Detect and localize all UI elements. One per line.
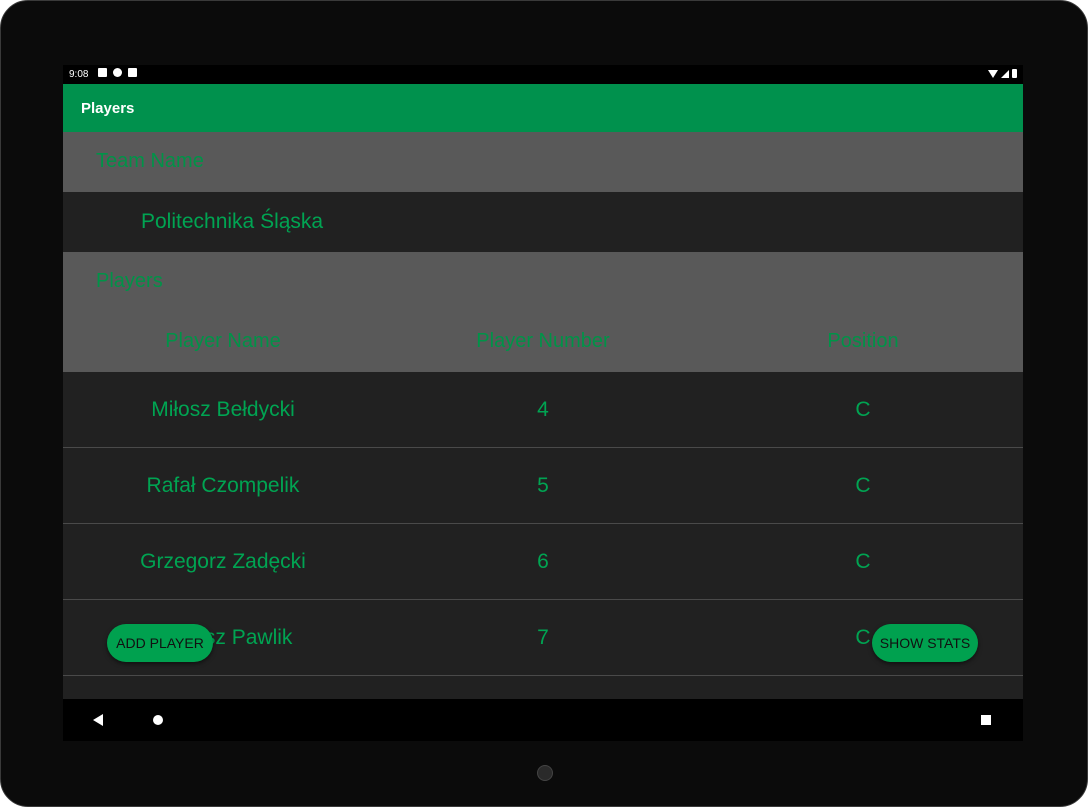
player-position: C (855, 398, 871, 421)
team-name-label: Team Name (96, 150, 204, 172)
screen: 9:08 Players Team Name Politechnika Śląs… (63, 65, 1023, 741)
team-name-header: Team Name (63, 132, 1023, 192)
players-content[interactable]: Team Name Politechnika Śląska Players Pl… (63, 132, 1023, 699)
team-name-value: Politechnika Śląska (141, 210, 324, 233)
table-row[interactable]: Grzegorz Zadęcki 6 C (63, 524, 1023, 600)
battery-icon (1012, 69, 1017, 78)
players-label: Players (96, 270, 163, 292)
column-headers: Player Name Player Number Position (63, 312, 1023, 372)
column-header-player-number: Player Number (476, 330, 610, 352)
player-name: Grzegorz Zadęcki (140, 550, 306, 573)
column-header-position: Position (827, 330, 899, 352)
system-icons (988, 69, 1017, 78)
team-name-row: Politechnika Śląska (63, 192, 1023, 252)
navigation-bar (63, 699, 1023, 741)
column-header-player-name: Player Name (165, 330, 281, 352)
status-bar: 9:08 (63, 65, 1023, 84)
app-bar-title: Players (81, 100, 135, 117)
players-header: Players Player Name Player Number Positi… (63, 252, 1023, 372)
player-number: 5 (537, 474, 549, 497)
player-number: 6 (537, 550, 549, 573)
a-icon (98, 68, 107, 77)
player-name: Rafał Czompelik (146, 474, 300, 497)
player-number: 7 (537, 626, 549, 649)
signal-icon (1001, 69, 1009, 78)
player-number: 4 (537, 398, 549, 421)
add-player-button[interactable]: ADD PLAYER (107, 624, 213, 662)
show-stats-button[interactable]: SHOW STATS (872, 624, 978, 662)
table-row[interactable]: Miłosz Bełdycki 4 C (63, 372, 1023, 448)
sd-card-icon (128, 68, 137, 77)
p-icon (113, 68, 122, 77)
notification-icons (98, 68, 137, 77)
tablet-frame: 9:08 Players Team Name Politechnika Śląs… (0, 0, 1088, 807)
status-time: 9:08 (69, 69, 89, 80)
home-icon[interactable] (153, 715, 163, 725)
back-icon[interactable] (93, 714, 103, 726)
player-position: C (855, 550, 871, 573)
camera-dot (537, 765, 553, 781)
player-position: C (855, 474, 871, 497)
app-bar: Players (63, 84, 1023, 132)
player-name: Miłosz Bełdycki (151, 398, 295, 421)
table-row[interactable]: Rafał Czompelik 5 C (63, 448, 1023, 524)
wifi-icon (988, 69, 998, 78)
recent-apps-icon[interactable] (981, 715, 991, 725)
